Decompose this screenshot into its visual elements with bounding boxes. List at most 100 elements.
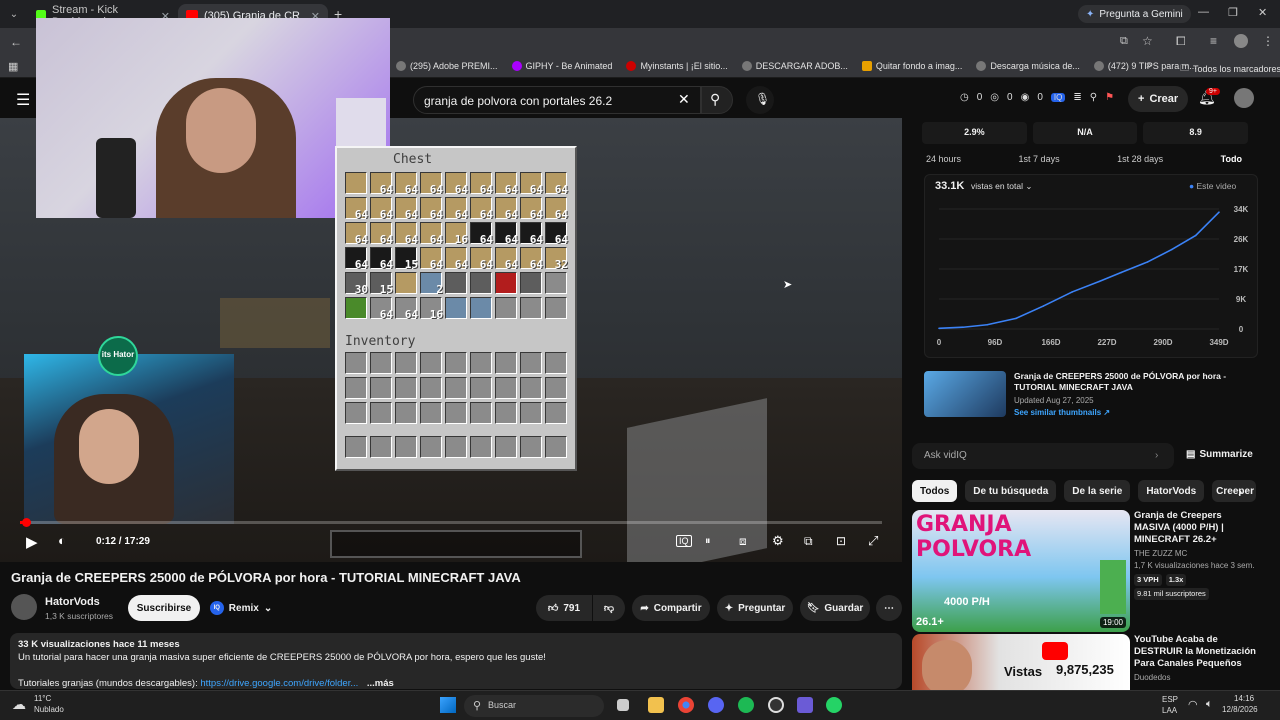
chest-slot[interactable]: 64 xyxy=(445,197,468,221)
chest-slot[interactable]: 64 xyxy=(495,247,518,271)
fullscreen-icon[interactable]: ⤢ xyxy=(868,533,878,549)
inventory-slot[interactable] xyxy=(470,377,492,399)
task-view-icon[interactable] xyxy=(617,699,629,711)
chest-slot[interactable] xyxy=(445,272,467,294)
chest-slot[interactable]: 64 xyxy=(370,247,393,271)
chest-slot[interactable] xyxy=(520,272,542,294)
chest-slot[interactable]: 64 xyxy=(520,222,543,246)
chest-slot[interactable]: 16 xyxy=(445,222,468,246)
chest-slot[interactable]: 2 xyxy=(420,272,443,296)
inventory-slot[interactable] xyxy=(420,377,442,399)
bulb-icon[interactable]: ⚲ xyxy=(1090,92,1097,103)
chest-slot[interactable] xyxy=(545,297,567,319)
inventory-slot[interactable] xyxy=(545,436,567,458)
thumbnail-preview[interactable] xyxy=(924,371,1006,417)
inventory-slot[interactable] xyxy=(395,352,417,374)
inventory-slot[interactable] xyxy=(370,436,392,458)
chest-slot[interactable]: 64 xyxy=(345,197,368,221)
chest-slot[interactable] xyxy=(520,297,542,319)
share-button[interactable]: ➦ Compartir xyxy=(632,595,710,621)
recommendation-item[interactable]: Vistas 9,875,235 YouTube Acaba de DESTRU… xyxy=(912,634,1260,690)
search-input[interactable]: granja de polvora con portales 26.2 xyxy=(413,86,701,114)
chest-slot[interactable]: 64 xyxy=(470,222,493,246)
summarize-button[interactable]: ▤ Summarize xyxy=(1186,449,1253,460)
chest-slot[interactable]: 64 xyxy=(370,172,393,196)
language-code[interactable]: ESP xyxy=(1162,695,1178,704)
inventory-slot[interactable] xyxy=(345,377,367,399)
inventory-slot[interactable] xyxy=(445,352,467,374)
wifi-icon[interactable]: ◠ xyxy=(1188,698,1198,711)
chip-from-search[interactable]: De tu búsqueda xyxy=(965,480,1057,502)
inventory-slot[interactable] xyxy=(370,377,392,399)
obs-icon[interactable] xyxy=(768,697,784,713)
remix-button[interactable]: IQ Remix ⌄ xyxy=(206,595,276,621)
chest-slot[interactable]: 64 xyxy=(395,297,418,321)
bookmark-item[interactable]: (295) Adobe PREMI... xyxy=(396,61,498,71)
create-button[interactable]: + Crear xyxy=(1128,86,1189,112)
chest-slot[interactable] xyxy=(470,297,492,319)
chest-slot[interactable]: 64 xyxy=(345,247,368,271)
chest-slot[interactable]: 64 xyxy=(495,197,518,221)
inventory-slot[interactable] xyxy=(470,402,492,424)
progress-scrubber[interactable] xyxy=(22,518,31,527)
range-tab-active[interactable]: Todo xyxy=(1221,154,1242,164)
file-explorer-icon[interactable] xyxy=(648,697,664,713)
chest-slot[interactable]: 64 xyxy=(345,222,368,246)
inventory-slot[interactable] xyxy=(495,352,517,374)
clear-search-icon[interactable]: ✕ xyxy=(678,91,690,108)
miniplayer-icon[interactable]: ⧉ xyxy=(804,534,813,549)
settings-icon[interactable]: ⚙ xyxy=(772,533,784,549)
clock-time[interactable]: 14:16 xyxy=(1234,694,1254,703)
chest-slot[interactable]: 64 xyxy=(495,172,518,196)
minimize-icon[interactable]: — xyxy=(1198,6,1209,18)
search-button[interactable]: ⚲ xyxy=(701,86,733,114)
more-bookmarks-icon[interactable]: » xyxy=(1146,60,1152,71)
inventory-slot[interactable] xyxy=(545,377,567,399)
play-icon[interactable]: ▶ xyxy=(26,533,38,551)
chest-slot[interactable]: 64 xyxy=(470,247,493,271)
tools-icon[interactable]: ≣ xyxy=(1073,92,1081,103)
chest-slot[interactable] xyxy=(470,272,492,294)
chest-slot[interactable]: 30 xyxy=(345,272,368,296)
chest-slot[interactable]: 64 xyxy=(520,197,543,221)
recommendation-thumbnail[interactable]: GRANJA POLVORA 4000 P/H 26.1+ 19:00 xyxy=(912,510,1130,632)
start-icon[interactable] xyxy=(440,697,456,713)
hamburger-menu-icon[interactable]: ☰ xyxy=(16,90,30,110)
inventory-slot[interactable] xyxy=(370,352,392,374)
chest-slot[interactable] xyxy=(545,272,567,294)
back-icon[interactable]: ← xyxy=(10,35,22,49)
inventory-slot[interactable] xyxy=(545,402,567,424)
profile-icon[interactable] xyxy=(1234,34,1248,48)
range-tab[interactable]: 1st 7 days xyxy=(1019,154,1060,164)
chest-slot[interactable]: 64 xyxy=(395,197,418,221)
inventory-slot[interactable] xyxy=(545,352,567,374)
subtitles-icon[interactable]: ⧈ xyxy=(739,534,747,549)
reading-list-icon[interactable]: ≡ xyxy=(1210,34,1217,48)
chest-slot[interactable] xyxy=(495,297,517,319)
cast-icon[interactable]: ⧉ xyxy=(1120,35,1128,48)
inventory-slot[interactable] xyxy=(345,352,367,374)
chest-slot[interactable]: 64 xyxy=(370,297,393,321)
chest-slot[interactable]: 64 xyxy=(420,172,443,196)
autoplay-icon[interactable]: ⏸ xyxy=(705,535,711,548)
clock-date[interactable]: 12/8/2026 xyxy=(1222,705,1258,714)
chest-slot[interactable]: 64 xyxy=(495,222,518,246)
chest-slot[interactable]: 64 xyxy=(545,197,568,221)
like-button[interactable]: 👍︎ 791 xyxy=(536,595,592,621)
chest-slot[interactable]: 15 xyxy=(370,272,393,296)
alert-icon[interactable]: ⚑ xyxy=(1105,92,1114,103)
chest-slot[interactable]: 15 xyxy=(395,247,418,271)
recommendation-thumbnail[interactable]: Vistas 9,875,235 xyxy=(912,634,1130,690)
avatar[interactable] xyxy=(1234,88,1254,108)
chest-slot[interactable]: 64 xyxy=(420,197,443,221)
chest-slot[interactable]: 64 xyxy=(445,172,468,196)
inventory-slot[interactable] xyxy=(495,402,517,424)
chevron-right-icon[interactable]: › xyxy=(1155,450,1158,461)
ask-button[interactable]: ✦ Preguntar xyxy=(717,595,793,621)
inventory-slot[interactable] xyxy=(520,402,542,424)
app-icon[interactable] xyxy=(797,697,813,713)
inventory-slot[interactable] xyxy=(345,436,367,458)
chest-slot[interactable]: 64 xyxy=(520,172,543,196)
chest-slot[interactable]: 64 xyxy=(470,197,493,221)
chrome-icon[interactable] xyxy=(678,697,694,713)
